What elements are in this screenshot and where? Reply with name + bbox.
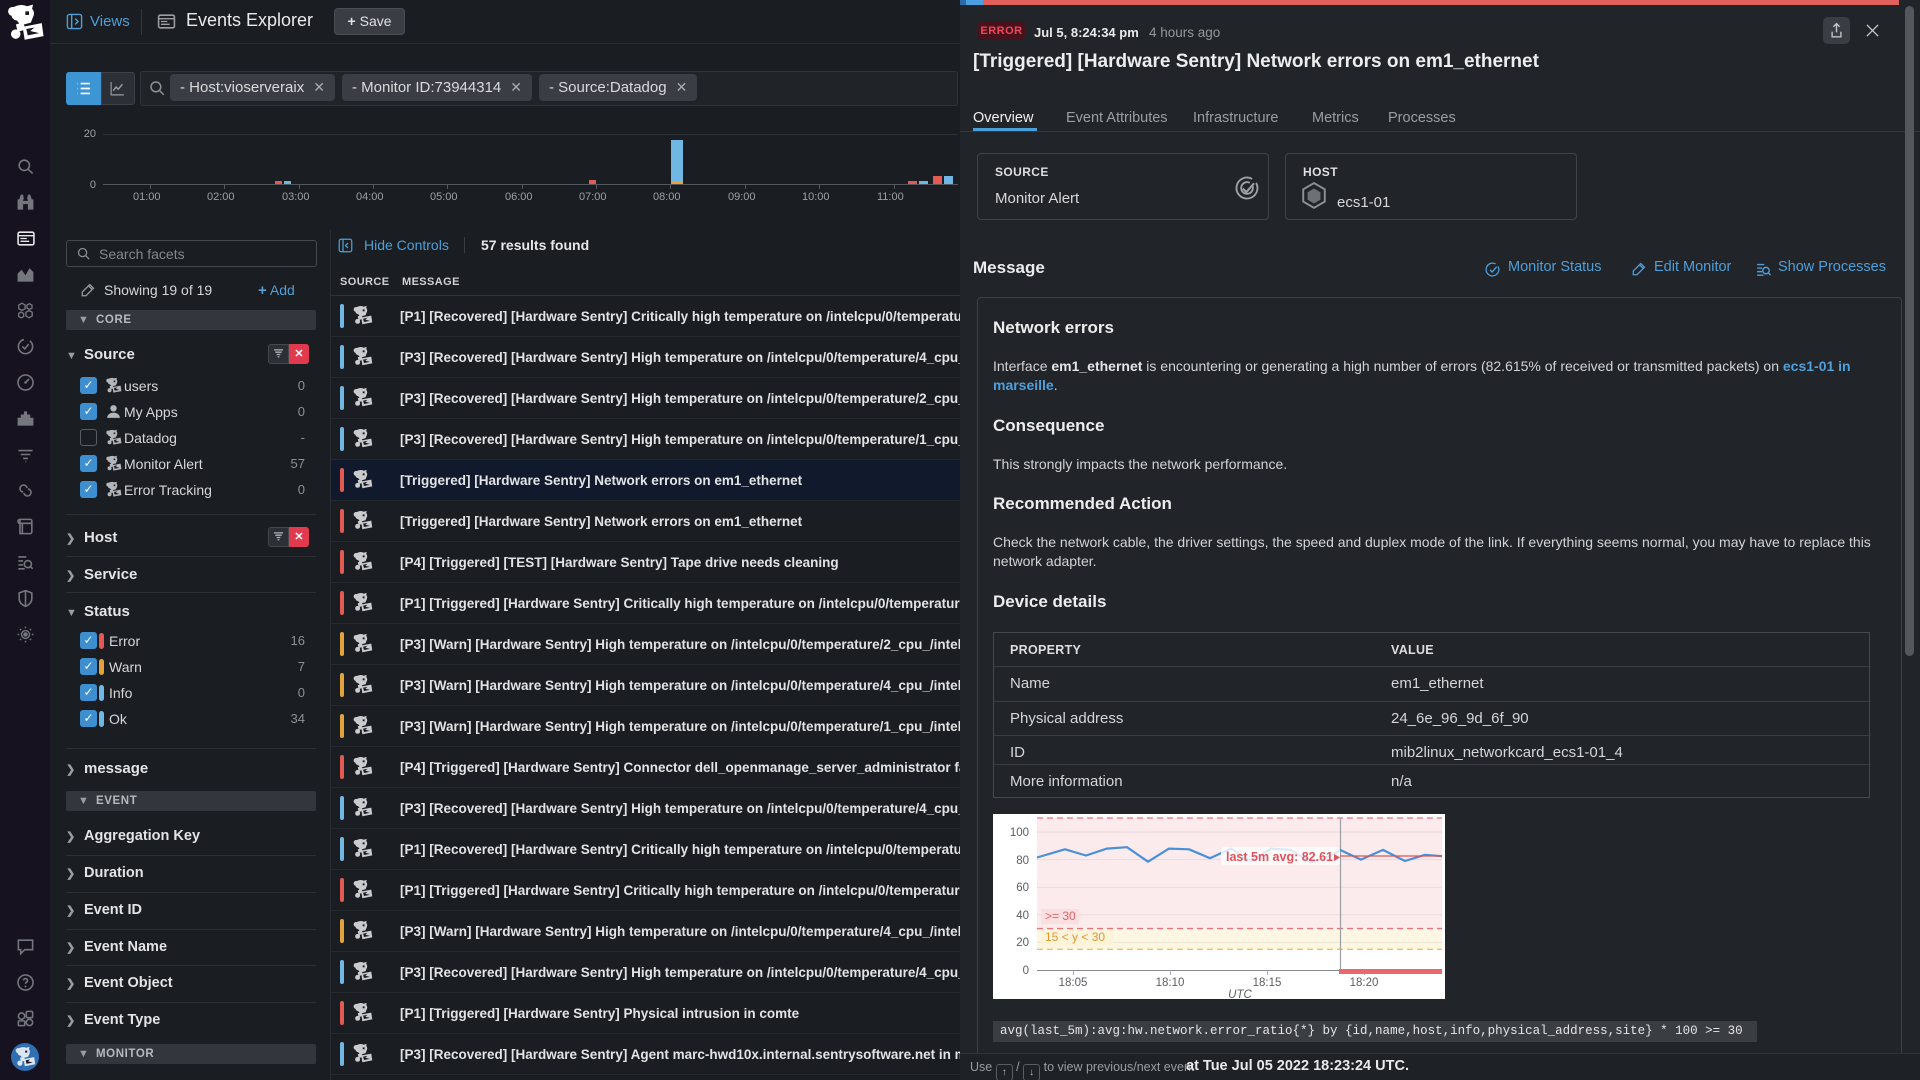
svg-text:>= 30: >= 30 <box>1045 909 1076 923</box>
svg-text:100: 100 <box>1010 827 1029 839</box>
svg-text:0: 0 <box>1023 965 1029 977</box>
svg-text:15 < y < 30: 15 < y < 30 <box>1045 930 1105 944</box>
svg-text:18:20: 18:20 <box>1350 977 1379 989</box>
svg-text:18:10: 18:10 <box>1156 977 1185 989</box>
svg-text:60: 60 <box>1016 882 1029 894</box>
svg-text:80: 80 <box>1016 855 1029 867</box>
svg-text:18:15: 18:15 <box>1253 977 1282 989</box>
svg-text:18:05: 18:05 <box>1059 977 1088 989</box>
svg-text:40: 40 <box>1016 910 1029 922</box>
svg-text:last 5m avg: 82.61: last 5m avg: 82.61 <box>1226 850 1333 864</box>
svg-text:UTC: UTC <box>1228 989 1252 999</box>
svg-text:20: 20 <box>1016 937 1029 949</box>
